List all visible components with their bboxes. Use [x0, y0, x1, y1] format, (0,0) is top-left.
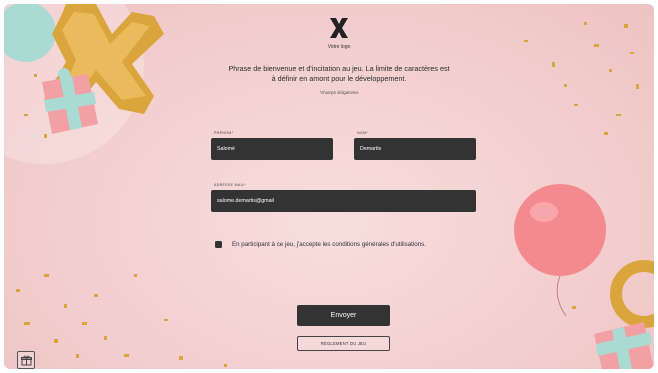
gift-box-icon-2 [594, 322, 654, 369]
consent-checkbox[interactable] [215, 241, 222, 248]
email-label: ADRESSE MAIL* [214, 183, 246, 187]
intro-line-1: Phrase de bienvenue et d'incitation au j… [228, 64, 450, 73]
email-input[interactable] [217, 198, 470, 204]
logo-caption: Votre logo [327, 44, 351, 50]
firstname-input[interactable] [217, 146, 327, 152]
email-field[interactable] [211, 190, 476, 212]
x-logo-icon [330, 18, 348, 38]
firstname-label: PRÉNOM* [214, 131, 234, 135]
gift-icon [20, 355, 32, 365]
submit-button[interactable]: Envoyer [297, 305, 390, 326]
lastname-input[interactable] [360, 146, 470, 152]
intro-text: Phrase de bienvenue et d'incitation au j… [214, 64, 464, 83]
required-note: *champs obligatoires [319, 90, 359, 95]
consent-label[interactable]: En participant à ce jeu, j'accepte les c… [232, 241, 426, 248]
lastname-field[interactable] [354, 138, 476, 160]
rules-button[interactable]: RÉGLEMENT DU JEU [297, 336, 390, 351]
lastname-label: NOM* [357, 131, 368, 135]
intro-line-2: à définir en amont pour le développement… [271, 73, 407, 83]
firstname-field[interactable] [211, 138, 333, 160]
gold-ring-icon [610, 260, 654, 328]
corner-button[interactable] [17, 351, 35, 369]
game-screen: Votre logo Phrase de bienvenue et d'inci… [4, 4, 654, 369]
background-shape [4, 4, 144, 164]
pink-balloon-icon [514, 184, 606, 317]
